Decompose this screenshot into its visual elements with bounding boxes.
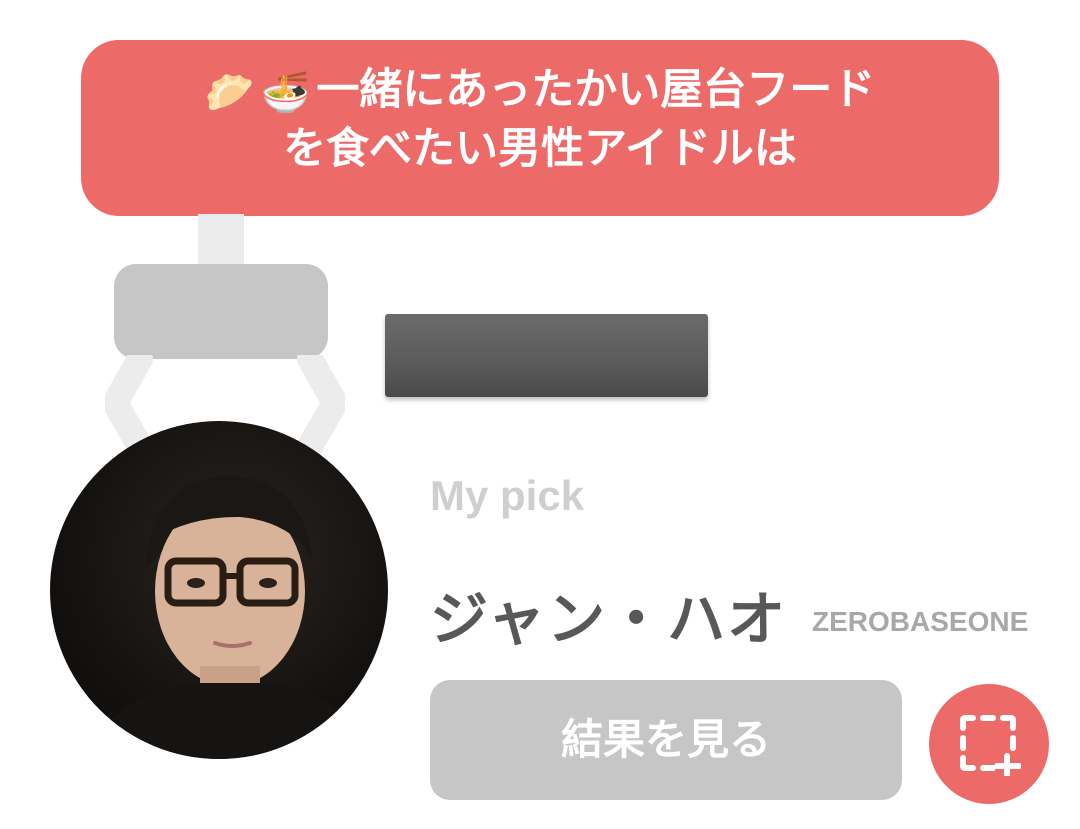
question-text-line-2: を食べたい男性アイドルは	[283, 124, 797, 174]
capture-button[interactable]	[929, 684, 1049, 804]
quiz-result-screen: 🥟 🍜 一緒にあったかい屋台フード を食べたい男性アイドルは My pick ジ…	[0, 0, 1080, 829]
my-pick-label: My pick	[430, 472, 585, 519]
dumpling-icon: 🥟	[204, 70, 255, 116]
question-line-1: 🥟 🍜 一緒にあったかい屋台フード	[81, 62, 999, 121]
question-banner: 🥟 🍜 一緒にあったかい屋台フード を食べたい男性アイドルは	[81, 40, 999, 216]
group-name: ZEROBASEONE	[812, 606, 1029, 637]
prize-box	[385, 314, 708, 397]
idol-name: ジャン・ハオ	[430, 585, 788, 653]
view-results-button[interactable]: 結果を見る	[430, 680, 902, 800]
idol-portrait-illustration	[90, 476, 370, 759]
screenshot-capture-icon	[960, 715, 1021, 776]
claw-head	[114, 264, 328, 359]
idol-photo	[50, 421, 388, 759]
question-text-line-1: 一緒にあったかい屋台フード	[316, 65, 876, 115]
hot-bowl-icon: 🍜	[260, 70, 311, 116]
